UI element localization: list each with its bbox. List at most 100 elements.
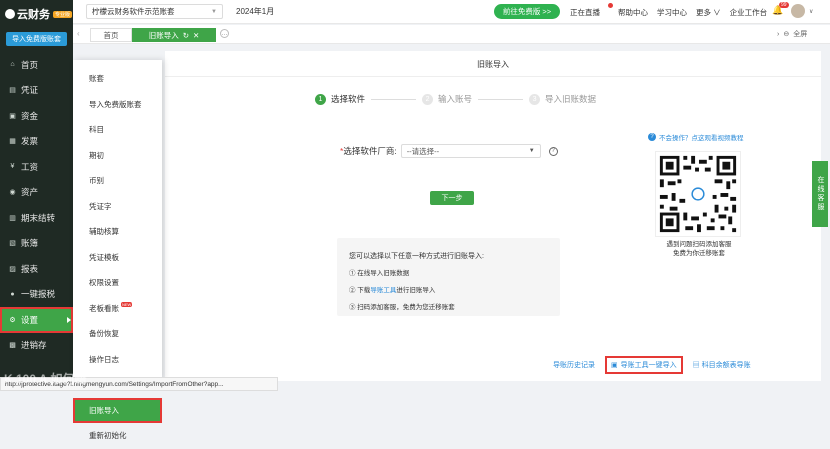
table-icon: ▤ <box>692 362 700 369</box>
way-item: ① 在线导入旧账数据 <box>349 267 548 277</box>
sidebar-item-settings[interactable]: ⚙ 设置 <box>0 307 73 333</box>
one-click-import-link[interactable]: ▣ 导账工具一键导入 <box>605 356 683 374</box>
qr-code <box>655 151 741 237</box>
inventory-icon: ▩ <box>9 342 16 350</box>
question-icon[interactable]: ? <box>548 146 558 156</box>
next-button[interactable]: 下一步 <box>430 191 474 205</box>
submenu-item-label: 老板看账 <box>89 303 119 313</box>
top-link-more[interactable]: 更多 ∨ <box>696 7 721 18</box>
import-free-button[interactable]: 导入免费版账套 <box>6 32 67 46</box>
brand-logo[interactable]: 云财务 专业版 <box>0 0 73 28</box>
voucher-icon: ▤ <box>9 87 16 95</box>
balance-import-text: 科目余额表导账 <box>701 362 751 369</box>
way-text: 进行旧账导入 <box>396 287 436 294</box>
submenu-item-log[interactable]: 操作日志 <box>73 347 162 373</box>
close-icon[interactable]: ✕ <box>193 31 199 40</box>
way-item: ③ 扫码添加客服，免费为您迁移账套 <box>349 301 548 311</box>
sidebar-item-label: 设置 <box>21 314 39 325</box>
video-tutorial-link[interactable]: ? 不会操作？点这观看视频教程 <box>648 132 744 142</box>
submenu-item-currency[interactable]: 币别 <box>73 168 162 194</box>
page-title: 旧账导入 <box>477 60 509 69</box>
one-click-import-text: 导账工具一键导入 <box>620 362 677 369</box>
tool-icon: ▣ <box>611 362 618 369</box>
sidebar-item-fund[interactable]: ▣ 资金 <box>0 103 73 129</box>
submenu-item-permission[interactable]: 权限设置 <box>73 270 162 296</box>
tab-import-old[interactable]: 旧账导入 ↻ ✕ <box>132 28 216 42</box>
title-divider <box>165 76 821 77</box>
sidebar-item-inventory[interactable]: ▩ 进销存 <box>0 333 73 359</box>
watermark: K 100 A 如何赔 <box>4 372 87 386</box>
submenu-item-subject[interactable]: 科目 <box>73 117 162 143</box>
sidebar-item-period-end[interactable]: ▥ 期末结转 <box>0 205 73 231</box>
balance-import-link[interactable]: ▤ 科目余额表导账 <box>693 360 751 370</box>
step-connector <box>478 98 524 100</box>
settings-icon: ⚙ <box>9 316 16 324</box>
video-tutorial-text: 不会操作？点这观看视频教程 <box>659 135 744 142</box>
sidebar-item-voucher[interactable]: ▤ 凭证 <box>0 78 73 104</box>
sidebar: 云财务 专业版 导入免费版账套 ⌂ 首页 ▤ 凭证 ▣ 资金 ▦ 发票 ¥ 工资 ◉ 资产 … <box>0 0 73 391</box>
sidebar-item-label: 报表 <box>21 263 39 274</box>
submenu-item-voucher-template[interactable]: 凭证模板 <box>73 245 162 271</box>
sidebar-item-label: 账簿 <box>21 238 39 249</box>
refresh-icon[interactable]: ↻ <box>183 31 189 40</box>
step-label: 导入旧账数据 <box>545 94 597 104</box>
submenu-item-import-old[interactable]: 旧账导入 <box>73 397 162 423</box>
step-number: 1 <box>315 93 326 105</box>
way-text: ② 下载 <box>349 287 371 294</box>
home-icon: ⌂ <box>10 61 15 69</box>
submenu-item-auxiliary[interactable]: 辅助核算 <box>73 219 162 245</box>
fullscreen-icon[interactable]: ⊖ <box>783 30 789 38</box>
salary-icon: ¥ <box>10 163 15 171</box>
vendor-label: *选择软件厂商: <box>340 145 397 157</box>
go-free-version-button[interactable]: 前往免费版 >> <box>494 4 560 19</box>
sidebar-item-ledger[interactable]: ▧ 账簿 <box>0 231 73 257</box>
import-history-link[interactable]: 导账历史记录 <box>553 360 595 370</box>
sidebar-nav: ⌂ 首页 ▤ 凭证 ▣ 资金 ▦ 发票 ¥ 工资 ◉ 资产 ▥ 期末结转 ▧ 账簿 ▨ 报表 ● 一… <box>0 52 73 358</box>
report-icon: ▨ <box>9 265 16 273</box>
sidebar-item-label: 资金 <box>21 110 39 121</box>
fullscreen-label[interactable]: 全屏 <box>793 29 807 39</box>
sidebar-item-report[interactable]: ▨ 报表 <box>0 256 73 282</box>
chevron-right-icon[interactable]: › <box>777 31 779 38</box>
tab-home[interactable]: 首页 <box>90 28 132 42</box>
notification-badge: 99 <box>779 2 789 8</box>
submenu-item-reinit[interactable]: 重新初始化 <box>73 423 162 449</box>
sidebar-item-home[interactable]: ⌂ 首页 <box>0 52 73 78</box>
submenu-item-voucher-word[interactable]: 凭证字 <box>73 194 162 220</box>
account-set-select[interactable]: 柠檬云财务软件示范账套 ▼ <box>86 4 223 19</box>
new-badge: NEW <box>121 301 133 307</box>
submenu-item-boss-view[interactable]: 老板看账 NEW <box>73 296 162 322</box>
tab-bar-right: › ⊖ 全屏 <box>777 29 807 39</box>
sidebar-item-salary[interactable]: ¥ 工资 <box>0 154 73 180</box>
sidebar-item-invoice[interactable]: ▦ 发票 <box>0 129 73 155</box>
sidebar-item-label: 资产 <box>21 187 39 198</box>
way-item: ② 下载导账工具进行旧账导入 <box>349 284 548 294</box>
invoice-icon: ▦ <box>9 138 16 146</box>
top-link-learn[interactable]: 学习中心 <box>657 7 687 18</box>
qr-caption: 遇到问题扫码添加客服 免费为你迁移账套 <box>647 240 751 258</box>
submenu-item-backup[interactable]: 备份恢复 <box>73 321 162 347</box>
top-link-live[interactable]: 正在直播 <box>570 2 613 18</box>
sidebar-item-asset[interactable]: ◉ 资产 <box>0 180 73 206</box>
question-icon: ? <box>648 133 656 141</box>
vendor-select[interactable]: --请选择-- ▼ <box>400 144 541 158</box>
tab-more-icon[interactable]: … <box>220 29 229 38</box>
online-service-tab[interactable]: 在线客服 <box>812 161 828 227</box>
avatar[interactable] <box>791 4 805 18</box>
period-label[interactable]: 2024年1月 <box>236 6 274 17</box>
top-link-help[interactable]: 帮助中心 <box>618 7 648 18</box>
chevron-down-icon: ▼ <box>211 8 217 15</box>
account-set-value: 柠檬云财务软件示范账套 <box>92 7 175 16</box>
submenu-item-account-set[interactable]: 账套 <box>73 66 162 92</box>
top-link-label: 正在直播 <box>570 7 600 17</box>
user-menu-caret-icon[interactable]: ∨ <box>809 8 813 15</box>
logo-icon <box>5 9 15 19</box>
chevron-left-icon[interactable]: ‹ <box>77 29 80 38</box>
download-tool-link[interactable]: 导账工具 <box>370 287 396 294</box>
top-link-workbench[interactable]: 企业工作台 <box>730 7 768 18</box>
sidebar-item-tax[interactable]: ● 一键报税 <box>0 282 73 308</box>
main-content: 旧账导入 1 选择软件 2 输入账号 3 导入旧账数据 *选择软件厂商: --请选择-… <box>165 51 821 381</box>
submenu-item-import-free[interactable]: 导入免费版账套 <box>73 92 162 118</box>
submenu-item-opening[interactable]: 期初 <box>73 143 162 169</box>
top-bar: 柠檬云财务软件示范账套 ▼ 2024年1月 前往免费版 >> 正在直播 帮助中心… <box>73 0 830 24</box>
